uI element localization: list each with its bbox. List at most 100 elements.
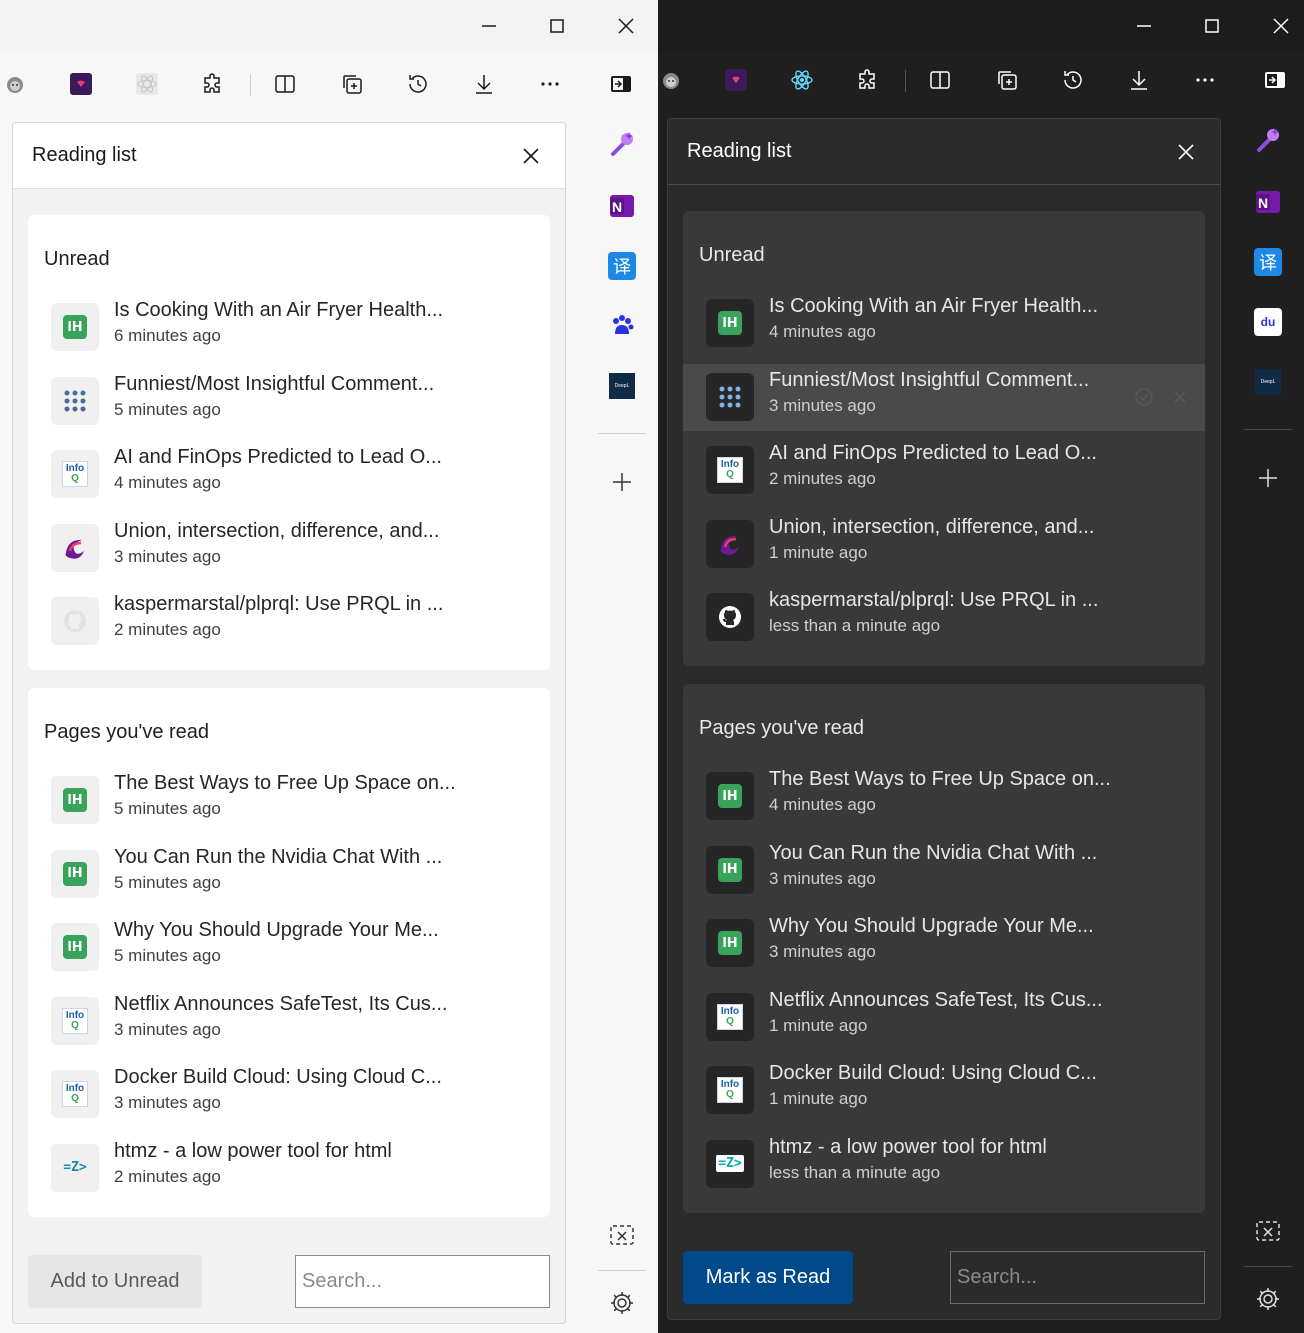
list-item[interactable]: kaspermarstal/plprql: Use PRQL in ... 2 m… [28,588,550,655]
maximize-button[interactable] [1194,12,1230,40]
extensions-button[interactable] [195,66,231,102]
minimize-button[interactable] [1126,12,1162,40]
mark-read-button[interactable] [1133,386,1155,408]
sidebar-copilot-button[interactable] [602,125,642,165]
downloads-button[interactable] [1121,62,1157,98]
more-button[interactable] [532,66,568,102]
extensions-button[interactable] [850,62,886,98]
list-item[interactable]: Info Q AI and FinOps Predicted to Lead O..… [28,441,550,508]
sidebar-screenshot-button[interactable] [602,1215,642,1255]
sidebar-onenote-button[interactable]: N [1248,182,1288,222]
extension-react-button[interactable] [129,66,165,102]
sidebar-baidu-button[interactable]: du [1248,302,1288,342]
item-title: kaspermarstal/plprql: Use PRQL in ... [769,589,1099,611]
panel-header: Reading list [668,119,1220,185]
sidebar-settings-button[interactable] [1248,1279,1288,1319]
split-screen-button[interactable] [267,66,303,102]
extension-react-button[interactable] [784,62,820,98]
extension-monkey-button[interactable] [0,66,33,102]
collections-icon [998,71,1017,90]
item-title: Docker Build Cloud: Using Cloud C... [769,1062,1097,1084]
sidebar-translate-button[interactable]: 译 [602,246,642,286]
sidebar-baidu-button[interactable] [602,306,642,346]
maximize-button[interactable] [539,12,575,40]
list-item[interactable]: kaspermarstal/plprql: Use PRQL in ... les… [683,584,1205,651]
item-title: kaspermarstal/plprql: Use PRQL in ... [114,593,444,615]
lifehacker-icon: lH [63,935,87,959]
panel-title: Reading list [687,140,792,162]
sidebar-deepl-button[interactable]: DeepL [1248,362,1288,402]
close-panel-button[interactable] [515,140,547,172]
list-item[interactable]: lH You Can Run the Nvidia Chat With ... 3 … [683,837,1205,904]
history-icon [409,75,427,93]
minimize-button[interactable] [471,12,507,40]
unread-heading: Unread [44,248,110,270]
list-item[interactable]: lH The Best Ways to Free Up Space on... 5 … [28,767,550,834]
close-window-button[interactable] [1263,12,1299,40]
extension-monkey-button[interactable] [658,62,689,98]
sidebar-toggle-button[interactable] [1257,62,1293,98]
extension-pocket-button[interactable] [63,66,99,102]
history-button[interactable] [1055,62,1091,98]
sidebar-toggle-button[interactable] [603,66,639,102]
screenshot-icon [1256,1221,1280,1241]
history-button[interactable] [400,66,436,102]
sidebar-screenshot-button[interactable] [1248,1211,1288,1251]
sidebar-add-button[interactable] [602,462,642,502]
sidebar-copilot-button[interactable] [1248,121,1288,161]
list-item[interactable]: Union, intersection, difference, and... 3… [28,515,550,582]
remove-item-button[interactable] [1169,386,1191,408]
sidebar-onenote-button[interactable]: N [602,186,642,226]
collections-button[interactable] [334,66,370,102]
item-time: less than a minute ago [769,1162,941,1182]
list-item[interactable]: Info Q AI and FinOps Predicted to Lead O..… [683,437,1205,504]
gear-icon [1257,1288,1279,1310]
collections-icon [343,75,362,94]
collections-button[interactable] [989,62,1025,98]
sidebar-add-button[interactable] [1248,458,1288,498]
favicon: =Z> [706,1139,754,1188]
list-item[interactable]: lH The Best Ways to Free Up Space on... 4 … [683,763,1205,830]
more-button[interactable] [1187,62,1223,98]
extension-pocket-button[interactable] [718,62,754,98]
reading-list-panel: Reading list Unread lH Is Cooking With an… [12,122,566,1324]
list-item[interactable]: =Z> htmz - a low power tool for html less … [683,1131,1205,1198]
list-item[interactable]: Funniest/Most Insightful Comment... 5 min… [28,368,550,435]
list-item[interactable]: lH Why You Should Upgrade Your Me... 3 min… [683,910,1205,977]
add-to-unread-button[interactable]: Add to Unread [28,1255,202,1308]
downloads-button[interactable] [466,66,502,102]
list-item[interactable]: Info Q Docker Build Cloud: Using Cloud C..… [683,1057,1205,1124]
close-icon [1174,391,1186,402]
close-panel-button[interactable] [1170,136,1202,168]
list-item[interactable]: lH Is Cooking With an Air Fryer Health...… [28,294,550,361]
split-screen-button[interactable] [922,62,958,98]
item-title: AI and FinOps Predicted to Lead O... [769,442,1097,464]
close-window-button[interactable] [608,12,644,40]
list-item[interactable]: =Z> htmz - a low power tool for html 2 min… [28,1135,550,1202]
favicon: lH [51,776,99,824]
item-title: htmz - a low power tool for html [769,1135,1047,1158]
list-item[interactable]: Info Q Docker Build Cloud: Using Cloud C..… [28,1061,550,1128]
favicon: Info Q [706,1066,754,1114]
search-input[interactable] [295,1255,550,1308]
item-time: 2 minutes ago [769,469,876,488]
read-section: Pages you've read lH The Best Ways to Fre… [683,684,1205,1213]
mark-as-read-button[interactable]: Mark as Read [683,1251,853,1304]
item-time: 6 minutes ago [114,326,221,345]
list-item[interactable]: Union, intersection, difference, and... 1… [683,511,1205,578]
list-item[interactable]: Info Q Netflix Announces SafeTest, Its Cus… [683,984,1205,1051]
list-item[interactable]: lH Is Cooking With an Air Fryer Health...… [683,290,1205,357]
more-icon [541,82,559,86]
list-item[interactable]: Info Q Netflix Announces SafeTest, Its Cus… [28,988,550,1055]
favicon [51,376,99,425]
translate-icon: 译 [1254,248,1282,276]
title-bar [658,0,1304,52]
list-item[interactable]: Funniest/Most Insightful Comment... 3 min… [683,363,1205,431]
list-item[interactable]: lH You Can Run the Nvidia Chat With ... 5 … [28,841,550,908]
sidebar-deepl-button[interactable]: DeepL [602,366,642,406]
magic-wand-icon [1257,128,1279,152]
list-item[interactable]: lH Why You Should Upgrade Your Me... 5 min… [28,914,550,981]
sidebar-settings-button[interactable] [602,1283,642,1323]
search-input[interactable] [950,1251,1205,1304]
sidebar-translate-button[interactable]: 译 [1248,242,1288,282]
